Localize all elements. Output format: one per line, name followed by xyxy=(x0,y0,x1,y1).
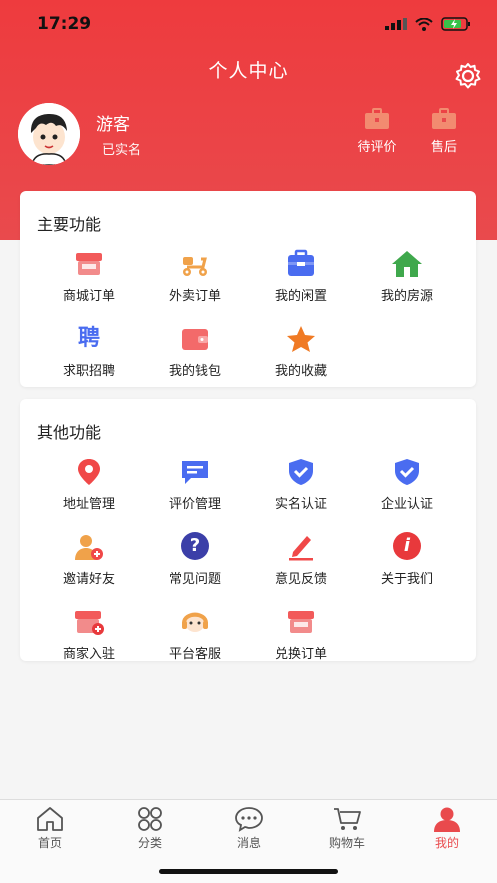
edit-icon xyxy=(289,536,313,561)
shop-icon xyxy=(288,611,314,633)
pending-review-label: 待评价 xyxy=(357,140,397,155)
avatar[interactable] xyxy=(18,103,80,165)
shield-check-icon xyxy=(289,459,313,485)
enterprise-verification-item[interactable]: 企业认证 xyxy=(354,457,460,512)
add-user-icon xyxy=(75,535,103,560)
boy-avatar-icon xyxy=(18,103,80,165)
job-recruitment-item[interactable]: 聘 求职招聘 xyxy=(36,324,142,379)
comment-icon xyxy=(182,461,208,484)
tab-cart[interactable]: 购物车 xyxy=(307,806,387,851)
shop-add-icon xyxy=(75,611,104,635)
tab-home-label: 首页 xyxy=(37,836,62,850)
tab-messages-label: 消息 xyxy=(236,836,261,850)
my-listings-label: 我的房源 xyxy=(380,289,433,304)
main-functions-card: 主要功能 商城订单 外卖订单 我的闲置 我的房源 聘 求职招聘 我的钱包 我的收… xyxy=(20,191,476,387)
my-favorites-item[interactable]: 我的收藏 xyxy=(248,324,354,379)
takeout-orders-label: 外卖订单 xyxy=(168,289,221,304)
my-listings-item[interactable]: 我的房源 xyxy=(354,249,460,304)
main-functions-title: 主要功能 xyxy=(37,215,102,234)
settings-gear-icon[interactable] xyxy=(454,62,482,90)
address-management-label: 地址管理 xyxy=(62,497,115,512)
house-icon xyxy=(392,251,422,277)
my-favorites-label: 我的收藏 xyxy=(274,364,327,379)
after-sales-label: 售后 xyxy=(430,140,457,155)
customer-service-item[interactable]: 平台客服 xyxy=(142,607,248,662)
tab-category[interactable]: 分类 xyxy=(110,806,190,851)
address-management-item[interactable]: 地址管理 xyxy=(36,457,142,512)
info-icon: i xyxy=(393,532,421,560)
scooter-icon xyxy=(183,257,207,276)
merchant-join-item[interactable]: 商家入驻 xyxy=(36,607,142,662)
tab-me[interactable]: 我的 xyxy=(407,806,487,851)
message-icon xyxy=(235,807,263,832)
real-name-verification-item[interactable]: 实名认证 xyxy=(248,457,354,512)
box-icon xyxy=(288,249,314,276)
hire-icon: 聘 xyxy=(77,326,100,351)
pending-review-button[interactable]: 待评价 xyxy=(347,108,407,155)
faq-item[interactable]: ? 常见问题 xyxy=(142,532,248,587)
location-pin-icon xyxy=(78,459,100,485)
exchange-orders-item[interactable]: 兑换订单 xyxy=(248,607,354,662)
review-management-label: 评价管理 xyxy=(168,497,221,512)
other-functions-title: 其他功能 xyxy=(37,423,102,442)
battery-icon xyxy=(441,17,470,31)
username: 游客 xyxy=(96,115,130,135)
verification-status: 已实名 xyxy=(102,143,142,158)
mall-orders-label: 商城订单 xyxy=(62,289,115,304)
question-icon: ? xyxy=(181,532,209,560)
shop-icon xyxy=(76,253,102,275)
tab-me-label: 我的 xyxy=(434,836,459,850)
my-idle-item[interactable]: 我的闲置 xyxy=(248,249,354,304)
wallet-icon xyxy=(182,329,208,350)
briefcase-icon xyxy=(432,108,456,129)
my-wallet-item[interactable]: 我的钱包 xyxy=(142,324,248,379)
briefcase-icon xyxy=(365,108,389,129)
exchange-orders-label: 兑换订单 xyxy=(274,647,327,662)
tab-cart-label: 购物车 xyxy=(328,836,365,850)
status-bar: 17:29 xyxy=(0,0,497,48)
page-title: 个人中心 xyxy=(208,60,289,82)
invite-friends-item[interactable]: 邀请好友 xyxy=(36,532,142,587)
after-sales-button[interactable]: 售后 xyxy=(414,108,474,155)
star-icon xyxy=(287,326,315,352)
enterprise-verification-label: 企业认证 xyxy=(380,497,433,512)
shield-check-icon xyxy=(395,459,419,485)
review-management-item[interactable]: 评价管理 xyxy=(142,457,248,512)
my-idle-label: 我的闲置 xyxy=(274,289,327,304)
feedback-label: 意见反馈 xyxy=(274,572,327,587)
job-recruitment-label: 求职招聘 xyxy=(62,364,115,379)
customer-service-icon xyxy=(182,612,208,632)
signal-icon xyxy=(385,18,407,30)
user-icon xyxy=(434,807,460,832)
customer-service-label: 平台客服 xyxy=(168,647,221,662)
merchant-join-label: 商家入驻 xyxy=(62,647,115,662)
mall-orders-item[interactable]: 商城订单 xyxy=(36,249,142,304)
tab-category-label: 分类 xyxy=(137,836,162,850)
status-time: 17:29 xyxy=(37,14,92,34)
my-wallet-label: 我的钱包 xyxy=(168,364,221,379)
other-functions-card: 其他功能 地址管理 评价管理 实名认证 企业认证 邀请好友 ? 常见问题 意见反… xyxy=(20,399,476,662)
about-us-label: 关于我们 xyxy=(380,572,433,587)
home-icon xyxy=(37,807,63,831)
real-name-verification-label: 实名认证 xyxy=(274,497,327,512)
category-icon xyxy=(138,807,162,831)
about-us-item[interactable]: i 关于我们 xyxy=(354,532,460,587)
tab-home[interactable]: 首页 xyxy=(10,806,90,851)
cart-icon xyxy=(334,808,361,830)
invite-friends-label: 邀请好友 xyxy=(62,572,115,587)
tab-messages[interactable]: 消息 xyxy=(209,806,289,851)
home-indicator xyxy=(159,869,338,874)
feedback-item[interactable]: 意见反馈 xyxy=(248,532,354,587)
faq-label: 常见问题 xyxy=(168,572,221,587)
wifi-icon xyxy=(415,17,433,31)
takeout-orders-item[interactable]: 外卖订单 xyxy=(142,249,248,304)
